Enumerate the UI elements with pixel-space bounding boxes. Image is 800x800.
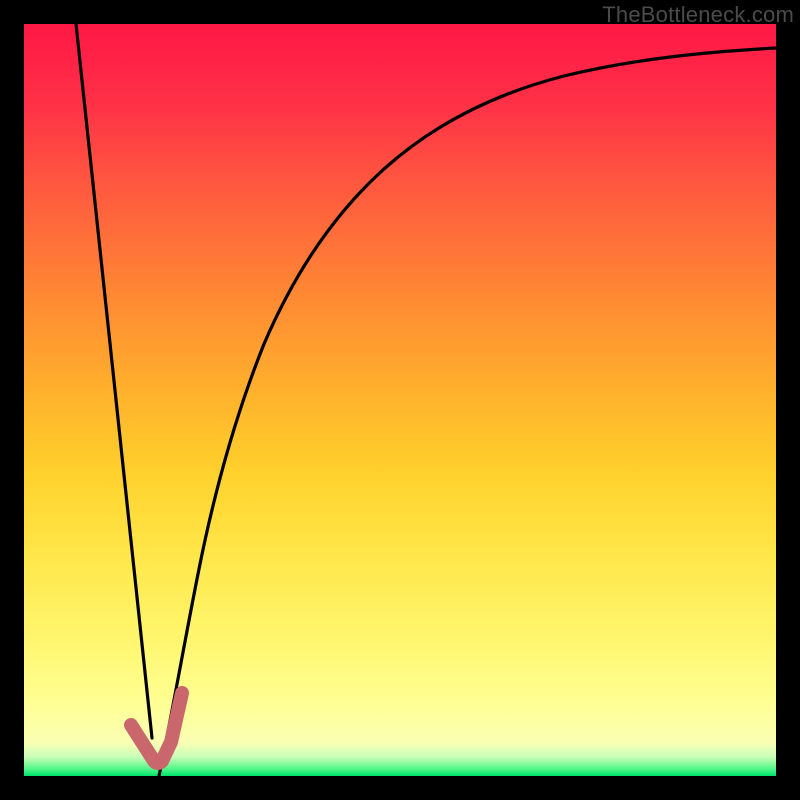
outer-frame: TheBottleneck.com [0,0,800,800]
tick-stroke [131,693,182,763]
plot-area [24,24,776,776]
marker-dot [125,719,137,731]
marker-layer [24,24,776,776]
watermark-text: TheBottleneck.com [602,2,794,28]
